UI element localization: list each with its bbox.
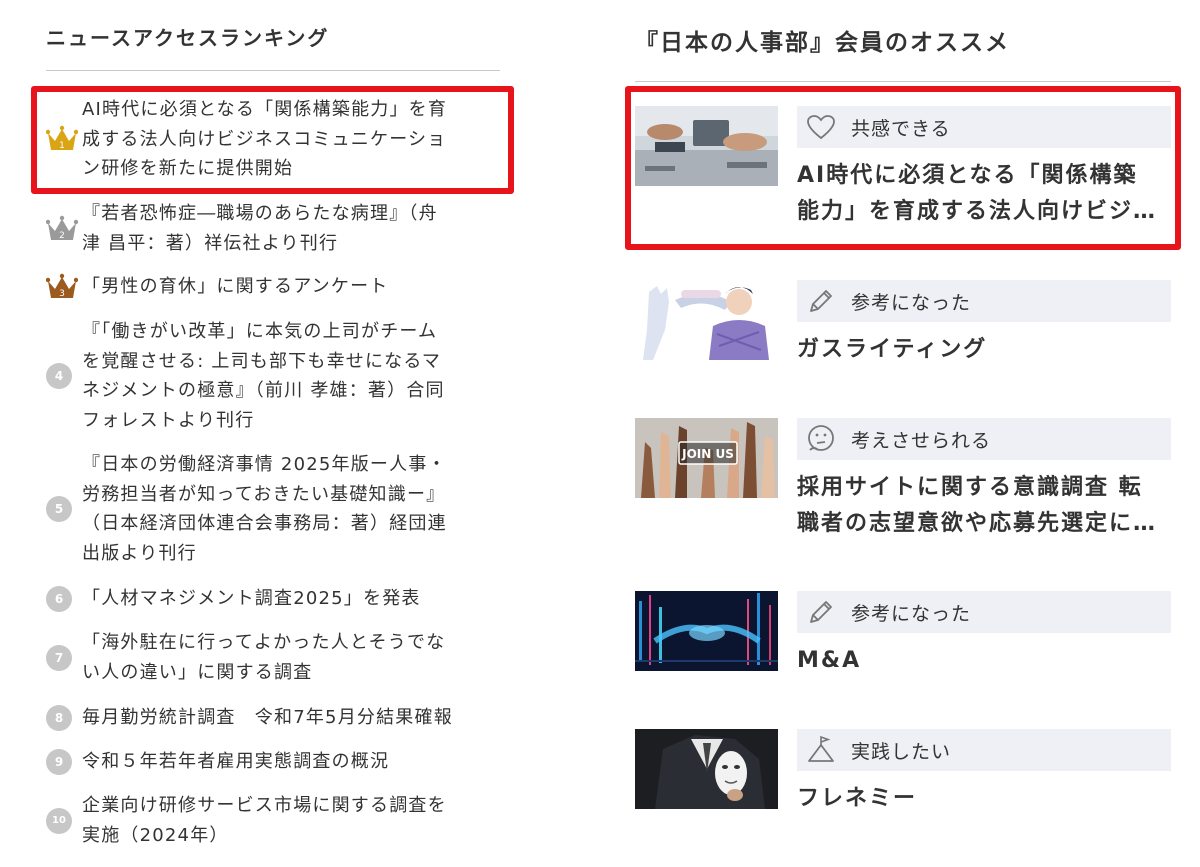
ranking-heading: ニュースアクセスランキング [46, 0, 500, 71]
gaslighting-thumbnail[interactable] [635, 280, 778, 360]
recommend-title-link[interactable]: フレネミー [797, 781, 1171, 817]
reaction-label: 考えさせられる [851, 429, 992, 452]
ranking-item-text: 『日本の労働経済事情 2025年版ー人事・ 労務担当者が知っておきたい基礎知識ー… [82, 454, 447, 564]
ranking-item-4[interactable]: 4 『「働きがい改革」に本気の上司がチーム を覚醒させる: 上司も部下も幸せにな… [46, 317, 500, 435]
rank-number-badge: 7 [46, 644, 72, 671]
thinking-face-icon [805, 423, 837, 455]
ranking-item-text: 「男性の育休」に関するアンケート [82, 276, 389, 297]
rank-number-badge: 8 [46, 704, 72, 731]
ranking-item-text: 「人材マネジメント調査2025」を発表 [82, 588, 421, 609]
ranking-item-text: 「海外駐在に行ってよかった人とそうでな い人の違い」に関する調査 [82, 632, 446, 683]
flag-mountain-icon [805, 734, 837, 766]
reaction-label: 参考になった [851, 602, 972, 625]
recommend-title-link[interactable]: ガスライティング [797, 332, 1171, 368]
reaction-badge: 考えさせられる [797, 418, 1171, 460]
recommend-title-link[interactable]: AI時代に必須となる「関係構築 能力」を育成する法人向けビジ… [797, 158, 1171, 230]
ranking-item-9[interactable]: 9 令和５年若年者雇用実態調査の概況 [46, 747, 500, 777]
recommend-item-1[interactable]: 共感できる AI時代に必須となる「関係構築 能力」を育成する法人向けビジ… [635, 106, 1171, 246]
digital-handshake-thumbnail[interactable] [635, 591, 778, 671]
heart-icon [805, 111, 837, 143]
pencil-icon [805, 285, 837, 317]
recommend-item-5[interactable]: 実践したい フレネミー [635, 729, 1171, 867]
ranking-item-8[interactable]: 8 毎月勤労統計調査 令和7年5月分結果確報 [46, 703, 500, 733]
reaction-badge: 参考になった [797, 591, 1171, 633]
reaction-badge: 共感できる [797, 106, 1171, 148]
reaction-label: 共感できる [851, 117, 951, 140]
ranking-item-text: 『「働きがい改革」に本気の上司がチーム を覚醒させる: 上司も部下も幸せになるマ… [82, 321, 445, 431]
ranking-item-3[interactable]: 3 「男性の育休」に関するアンケート [46, 272, 500, 302]
mask-businessman-thumbnail[interactable] [635, 729, 778, 809]
ranking-item-5[interactable]: 5 『日本の労働経済事情 2025年版ー人事・ 労務担当者が知っておきたい基礎知… [46, 450, 500, 568]
recommend-title-link[interactable]: 採用サイトに関する意識調査 転 職者の志望意欲や応募先選定に… [797, 470, 1171, 542]
rank-number-badge: 6 [46, 585, 72, 612]
ranking-item-text: 企業向け研修サービス市場に関する調査を 実施（2024年） [82, 795, 447, 846]
reaction-label: 実践したい [851, 740, 952, 763]
rank-number-badge: 10 [46, 807, 72, 834]
highlight-box-ranking [31, 86, 514, 194]
member-recommend-section: 『日本の人事部』会員のオススメ 共感できる AI時代に必須となる「関係構築 能力… [635, 0, 1171, 811]
recommend-title-link[interactable]: M&A [797, 643, 1171, 679]
recommend-heading: 『日本の人事部』会員のオススメ [635, 0, 1171, 82]
rank-number-badge: 5 [46, 496, 72, 522]
reaction-label: 参考になった [851, 291, 972, 314]
business-meeting-thumbnail[interactable] [635, 106, 778, 186]
ranking-item-text: 令和５年若年者雇用実態調査の概況 [82, 751, 390, 772]
join-us-thumbnail[interactable]: JOIN US [635, 418, 778, 498]
ranking-item-7[interactable]: 7 「海外駐在に行ってよかった人とそうでな い人の違い」に関する調査 [46, 628, 500, 687]
rank-number-badge: 9 [46, 748, 72, 775]
svg-text:2: 2 [59, 231, 65, 241]
ranking-item-text: 『若者恐怖症―職場のあらたな病理』（舟 津 昌平：著）祥伝社より刊行 [82, 203, 438, 254]
reaction-badge: 参考になった [797, 280, 1171, 322]
svg-text:3: 3 [59, 289, 65, 299]
recommend-item-4[interactable]: 参考になった M&A [635, 591, 1171, 731]
pencil-icon [805, 596, 837, 628]
svg-text:JOIN US: JOIN US [681, 447, 734, 461]
ranking-item-6[interactable]: 6 「人材マネジメント調査2025」を発表 [46, 584, 500, 614]
reaction-badge: 実践したい [797, 729, 1171, 771]
recommend-item-3[interactable]: JOIN US 考えさせられる 採用サイトに関する意識調査 転 職者の志望意欲や… [635, 418, 1171, 558]
recommend-item-2[interactable]: 参考になった ガスライティング [635, 280, 1171, 420]
rank-number-badge: 4 [46, 363, 72, 389]
silver-crown-icon: 2 [46, 215, 82, 243]
ranking-item-10[interactable]: 10 企業向け研修サービス市場に関する調査を 実施（2024年） [46, 791, 500, 850]
ranking-item-text: 毎月勤労統計調査 令和7年5月分結果確報 [82, 707, 453, 728]
news-ranking-section: ニュースアクセスランキング 1 AI時代に必須となる「関係構築能力」を育 成する… [46, 0, 500, 846]
bronze-crown-icon: 3 [46, 273, 82, 301]
ranking-item-2[interactable]: 2 『若者恐怖症―職場のあらたな病理』（舟 津 昌平：著）祥伝社より刊行 [46, 199, 500, 258]
